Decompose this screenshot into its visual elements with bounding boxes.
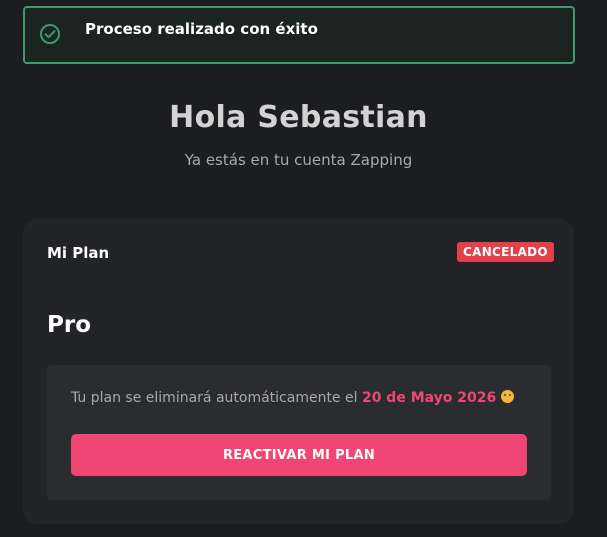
notice-text: Tu plan se eliminará automáticamente el — [71, 390, 362, 406]
reactivate-plan-button[interactable]: REACTIVAR MI PLAN — [71, 434, 527, 476]
plan-card-title: Mi Plan — [47, 244, 110, 262]
plan-name: Pro — [47, 312, 92, 338]
success-toast: Proceso realizado con éxito — [23, 6, 575, 64]
page-subtitle: Ya estás en tu cuenta Zapping — [184, 151, 413, 169]
check-circle-icon — [39, 23, 61, 45]
cancellation-notice: Tu plan se eliminará automáticamente el … — [71, 390, 515, 406]
status-badge: CANCELADO — [457, 242, 554, 262]
toast-message: Proceso realizado con éxito — [85, 20, 318, 38]
account-page: Proceso realizado con éxito Hola Sebasti… — [0, 0, 607, 537]
plan-card: Mi Plan CANCELADO Pro Tu plan se elimina… — [23, 219, 574, 524]
smiling-face-icon — [501, 390, 515, 403]
cancellation-notice-panel: Tu plan se eliminará automáticamente el … — [47, 365, 551, 500]
notice-date: 20 de Mayo 2026 — [361, 390, 497, 406]
page-title: Hola Sebastian — [169, 100, 428, 135]
